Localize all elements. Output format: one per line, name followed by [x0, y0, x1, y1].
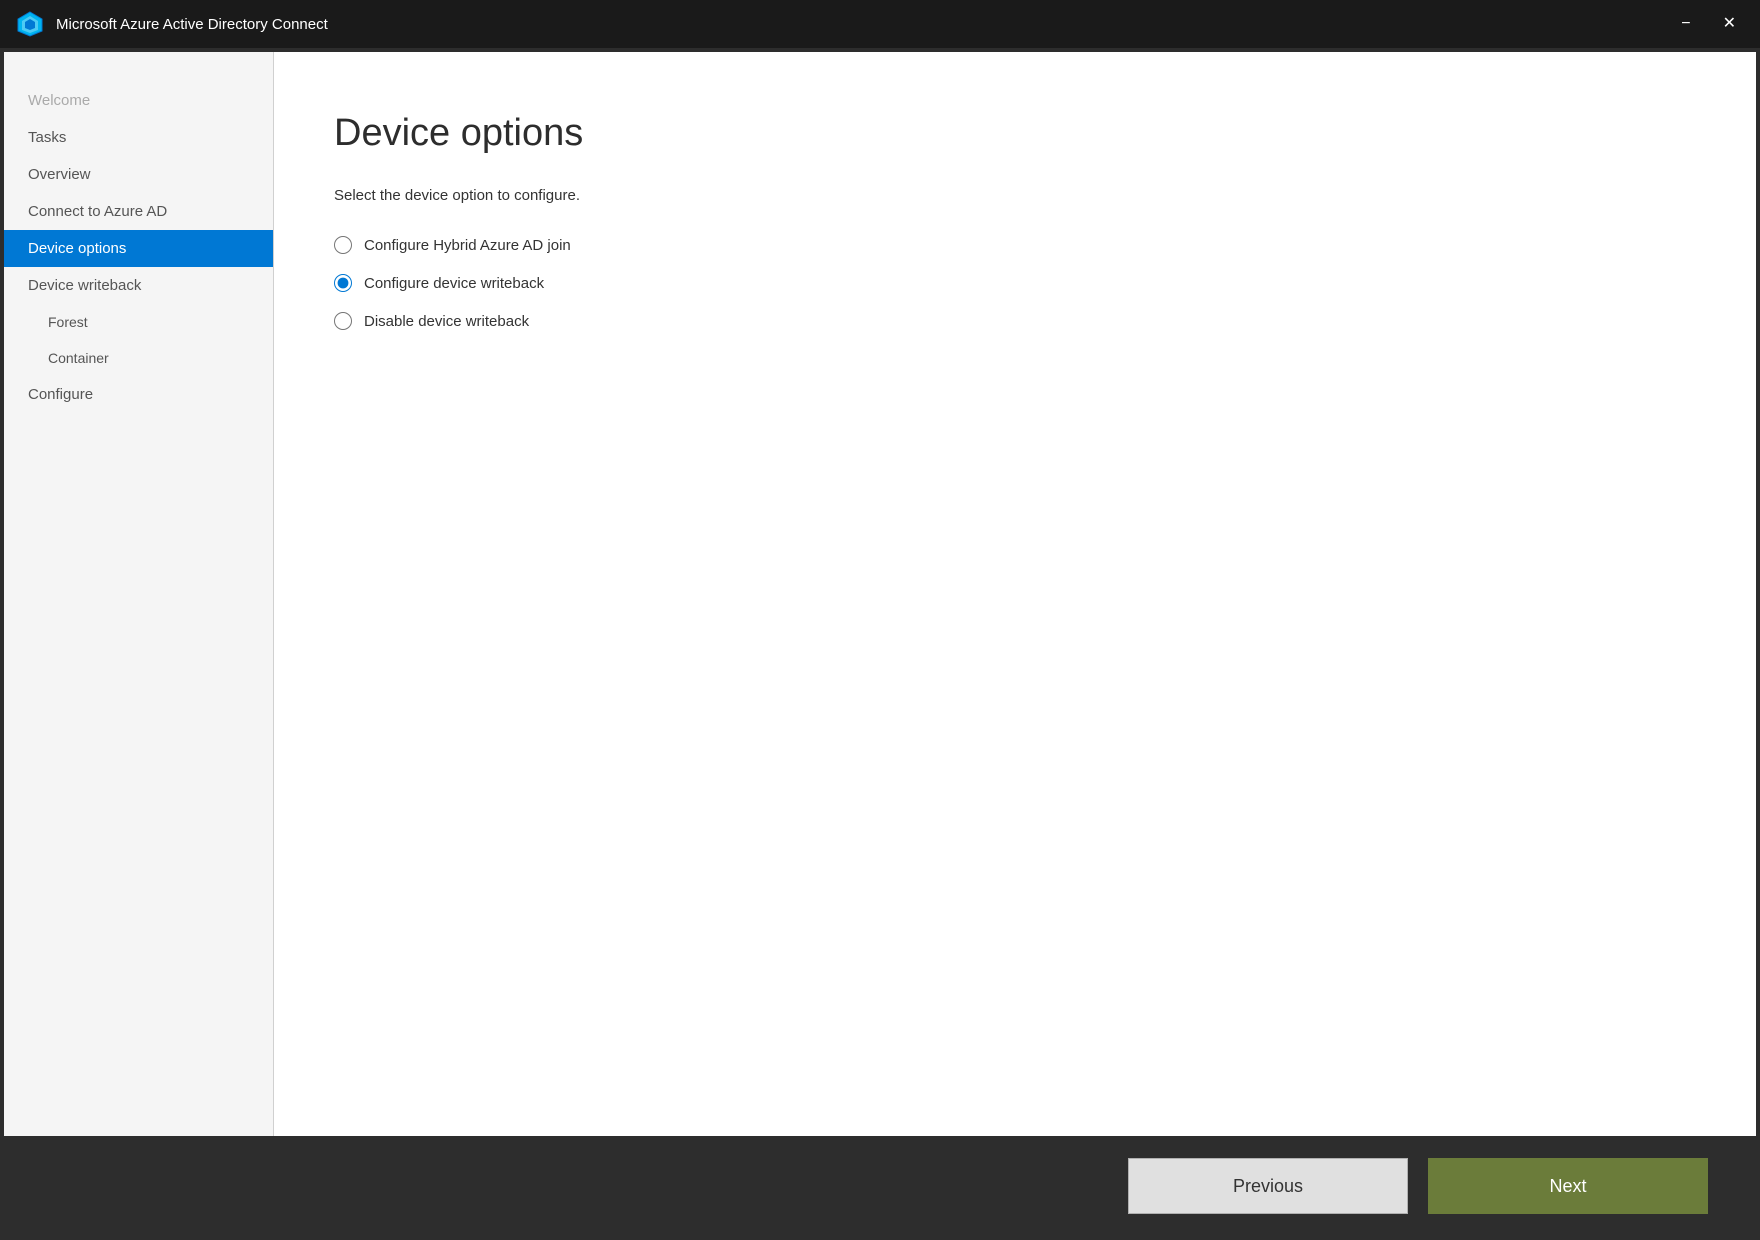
sidebar-item-connect-azure-ad[interactable]: Connect to Azure AD [4, 193, 273, 230]
main-window: Welcome Tasks Overview Connect to Azure … [4, 52, 1756, 1236]
radio-disable-writeback-label: Disable device writeback [364, 313, 529, 330]
page-title: Device options [334, 112, 1696, 155]
window-controls: − ✕ [1673, 12, 1744, 36]
footer-bar: Previous Next [4, 1136, 1756, 1236]
sidebar-item-device-options[interactable]: Device options [4, 230, 273, 267]
radio-option-disable-writeback[interactable]: Disable device writeback [334, 312, 1696, 330]
sidebar-item-configure[interactable]: Configure [4, 376, 273, 413]
main-panel: Device options Select the device option … [274, 52, 1756, 1136]
minimize-button[interactable]: − [1673, 12, 1698, 36]
radio-option-hybrid-join[interactable]: Configure Hybrid Azure AD join [334, 236, 1696, 254]
sidebar-item-overview[interactable]: Overview [4, 156, 273, 193]
close-button[interactable]: ✕ [1715, 12, 1744, 36]
window-title: Microsoft Azure Active Directory Connect [56, 16, 1673, 33]
sidebar-item-container[interactable]: Container [4, 340, 273, 376]
radio-disable-writeback[interactable] [334, 312, 352, 330]
sidebar: Welcome Tasks Overview Connect to Azure … [4, 52, 274, 1136]
radio-option-device-writeback[interactable]: Configure device writeback [334, 274, 1696, 292]
radio-device-writeback[interactable] [334, 274, 352, 292]
sidebar-item-tasks[interactable]: Tasks [4, 119, 273, 156]
radio-group: Configure Hybrid Azure AD join Configure… [334, 236, 1696, 330]
page-subtitle: Select the device option to configure. [334, 187, 1696, 204]
app-logo-icon [16, 10, 44, 38]
content-area: Welcome Tasks Overview Connect to Azure … [4, 52, 1756, 1136]
previous-button[interactable]: Previous [1128, 1158, 1408, 1214]
sidebar-item-device-writeback[interactable]: Device writeback [4, 267, 273, 304]
sidebar-item-forest[interactable]: Forest [4, 304, 273, 340]
radio-hybrid-join[interactable] [334, 236, 352, 254]
radio-device-writeback-label: Configure device writeback [364, 275, 544, 292]
title-bar: Microsoft Azure Active Directory Connect… [0, 0, 1760, 48]
next-button[interactable]: Next [1428, 1158, 1708, 1214]
radio-hybrid-join-label: Configure Hybrid Azure AD join [364, 237, 571, 254]
sidebar-item-welcome: Welcome [4, 82, 273, 119]
